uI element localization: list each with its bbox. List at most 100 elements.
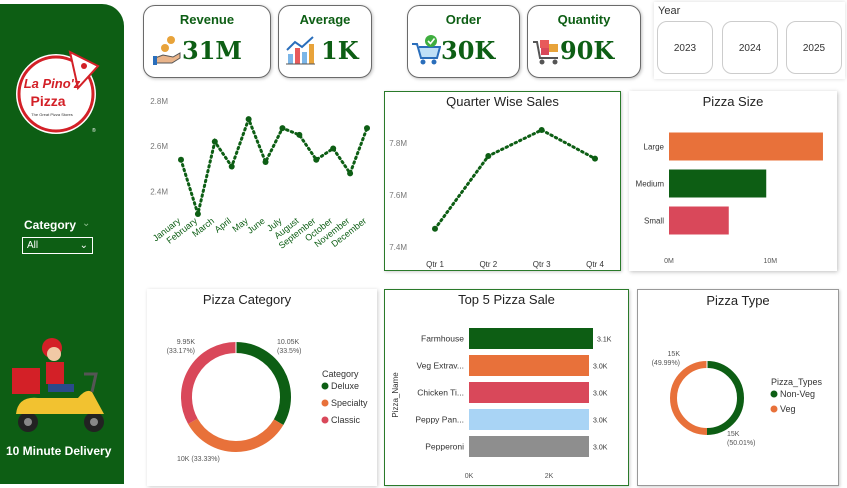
legend-swatch (321, 416, 329, 424)
y-tick-label: 2.4M (150, 187, 168, 196)
x-tick-label: Qtr 4 (586, 260, 604, 269)
data-point (228, 163, 235, 170)
kpi-value: 1K (321, 36, 359, 65)
data-label: 3.0K (593, 391, 608, 398)
donut-slice (669, 361, 708, 435)
x-tick-label: Qtr 1 (426, 260, 444, 269)
data-point (592, 155, 598, 162)
y-tick-label: 2.6M (150, 142, 168, 151)
slice-label: 9.95K (177, 339, 196, 346)
kpi-card-average: Average 1K (278, 5, 372, 78)
kpi-value: 90K (560, 36, 615, 65)
category-label: Pepperoni (425, 442, 464, 452)
bar (469, 436, 589, 457)
year-slicer-label: Year (658, 5, 681, 17)
kpi-value: 31M (182, 36, 242, 65)
chevron-down-icon[interactable]: ⌄ (82, 218, 90, 229)
x-tick-label: 2K (545, 473, 554, 480)
category-label: Medium (636, 180, 665, 189)
category-label: Veg Extrav... (416, 361, 464, 371)
data-label: 3.0K (593, 364, 608, 371)
data-point (245, 116, 252, 123)
data-label: 3.0K (593, 418, 608, 425)
monthly-sales-svg: 2.8M2.6M2.4MJanuaryFebruaryMarchAprilMay… (150, 97, 370, 251)
year-option-2024[interactable]: 2024 (722, 21, 778, 74)
kpi-value: 30K (441, 36, 496, 65)
category-dropdown[interactable]: All ⌄ (22, 237, 93, 254)
category-label: Chicken Ti... (417, 388, 464, 398)
slice-label: 15K (668, 351, 681, 358)
bar (669, 206, 729, 235)
legend-label: Specialty (331, 398, 368, 408)
x-tick-label: 0M (664, 258, 674, 265)
x-tick-label: April (213, 216, 233, 235)
chevron-down-icon: ⌄ (79, 240, 88, 251)
data-point (485, 153, 492, 159)
category-label: Large (644, 143, 665, 152)
kpi-title: Order (445, 12, 482, 27)
x-tick-label: 10M (763, 258, 777, 265)
slice-percent-label: (33.5%) (277, 348, 302, 355)
slice-label: 15K (727, 431, 740, 438)
kpi-title: Average (299, 12, 351, 27)
quarter-sales-svg: 7.8M 7.6M 7.4M Qtr 1 Qtr 2 Qtr 3 Qtr 4 (389, 127, 604, 269)
top5-pizza-chart: Top 5 Pizza Sale Pizza_Name Farmhouse 3.1K… (384, 289, 629, 486)
legend-swatch (770, 390, 778, 398)
data-point (364, 125, 370, 132)
legend-title: Category (322, 369, 359, 379)
donut-slice (235, 342, 291, 425)
donut-slice (188, 418, 284, 452)
data-label: 3.1K (597, 337, 612, 344)
data-point (178, 156, 184, 163)
slice-percent-label: (50.01%) (727, 440, 755, 447)
category-label: Farmhouse (421, 334, 464, 344)
donut-slice (706, 361, 744, 435)
year-option-2023[interactable]: 2023 (657, 21, 713, 74)
monthly-sales-chart: 2.8M 2.6M 2.4M January February March April May… (140, 88, 376, 270)
money-hand-icon (152, 34, 182, 66)
legend-title: Pizza_Types (771, 377, 823, 387)
donut-slice (181, 342, 237, 424)
y-tick-label: 2.8M (150, 97, 168, 106)
bar (469, 382, 589, 403)
legend-label: Deluxe (331, 381, 359, 391)
legend-swatch (321, 382, 329, 390)
y-axis-label: Pizza_Name (391, 372, 400, 418)
category-label: Small (644, 217, 664, 226)
legend-label: Veg (780, 404, 796, 414)
shopping-cart-check-icon (411, 34, 442, 66)
slice-percent-label: (49.99%) (652, 360, 680, 367)
pizza-category-svg: 10.05K (33.5%) 10K (33.33%) 9.95K (33.17%) Ca… (167, 339, 368, 463)
data-point (211, 138, 218, 145)
category-slicer-label: Category (24, 218, 77, 232)
bar (669, 169, 767, 198)
delivery-tagline: 10 Minute Delivery (6, 444, 112, 458)
data-label: 3.0K (593, 445, 608, 452)
la-pinoz-logo: La Pino'z Pizza The Great Pizza Stores ® (12, 44, 102, 140)
legend-label: Classic (331, 415, 361, 425)
y-tick-label: 7.4M (389, 243, 407, 252)
category-dropdown-value: All (27, 240, 39, 251)
svg-text:The Great Pizza Stores: The Great Pizza Stores (31, 112, 73, 117)
svg-text:La Pino'z: La Pino'z (24, 76, 81, 91)
data-point (262, 159, 269, 166)
bar (469, 409, 589, 430)
slice-label: 10.05K (277, 339, 300, 346)
data-point (313, 156, 320, 163)
kpi-title: Revenue (179, 12, 235, 27)
svg-text:®: ® (92, 127, 96, 134)
year-option-2025[interactable]: 2025 (786, 21, 842, 74)
kpi-card-quantity: Quantity 90K (527, 5, 641, 78)
data-point (194, 211, 201, 217)
y-tick-label: 7.8M (389, 139, 407, 148)
x-tick-label: 0K (465, 473, 474, 480)
series-line (179, 114, 369, 220)
year-slicer: Year 2023 2024 2025 (654, 2, 845, 79)
bar (469, 328, 593, 349)
top5-pizza-svg: Pizza_Name Farmhouse 3.1K Veg Extrav... 3.0K… (391, 328, 612, 480)
pizza-type-svg: 15K (50.01%) 15K (49.99%) Pizza_Types Non-Veg… (652, 351, 823, 447)
slice-percent-label: (33.17%) (167, 348, 195, 355)
bar (669, 132, 823, 161)
cart-boxes-icon (532, 34, 562, 66)
kpi-card-order: Order 30K (407, 5, 520, 78)
